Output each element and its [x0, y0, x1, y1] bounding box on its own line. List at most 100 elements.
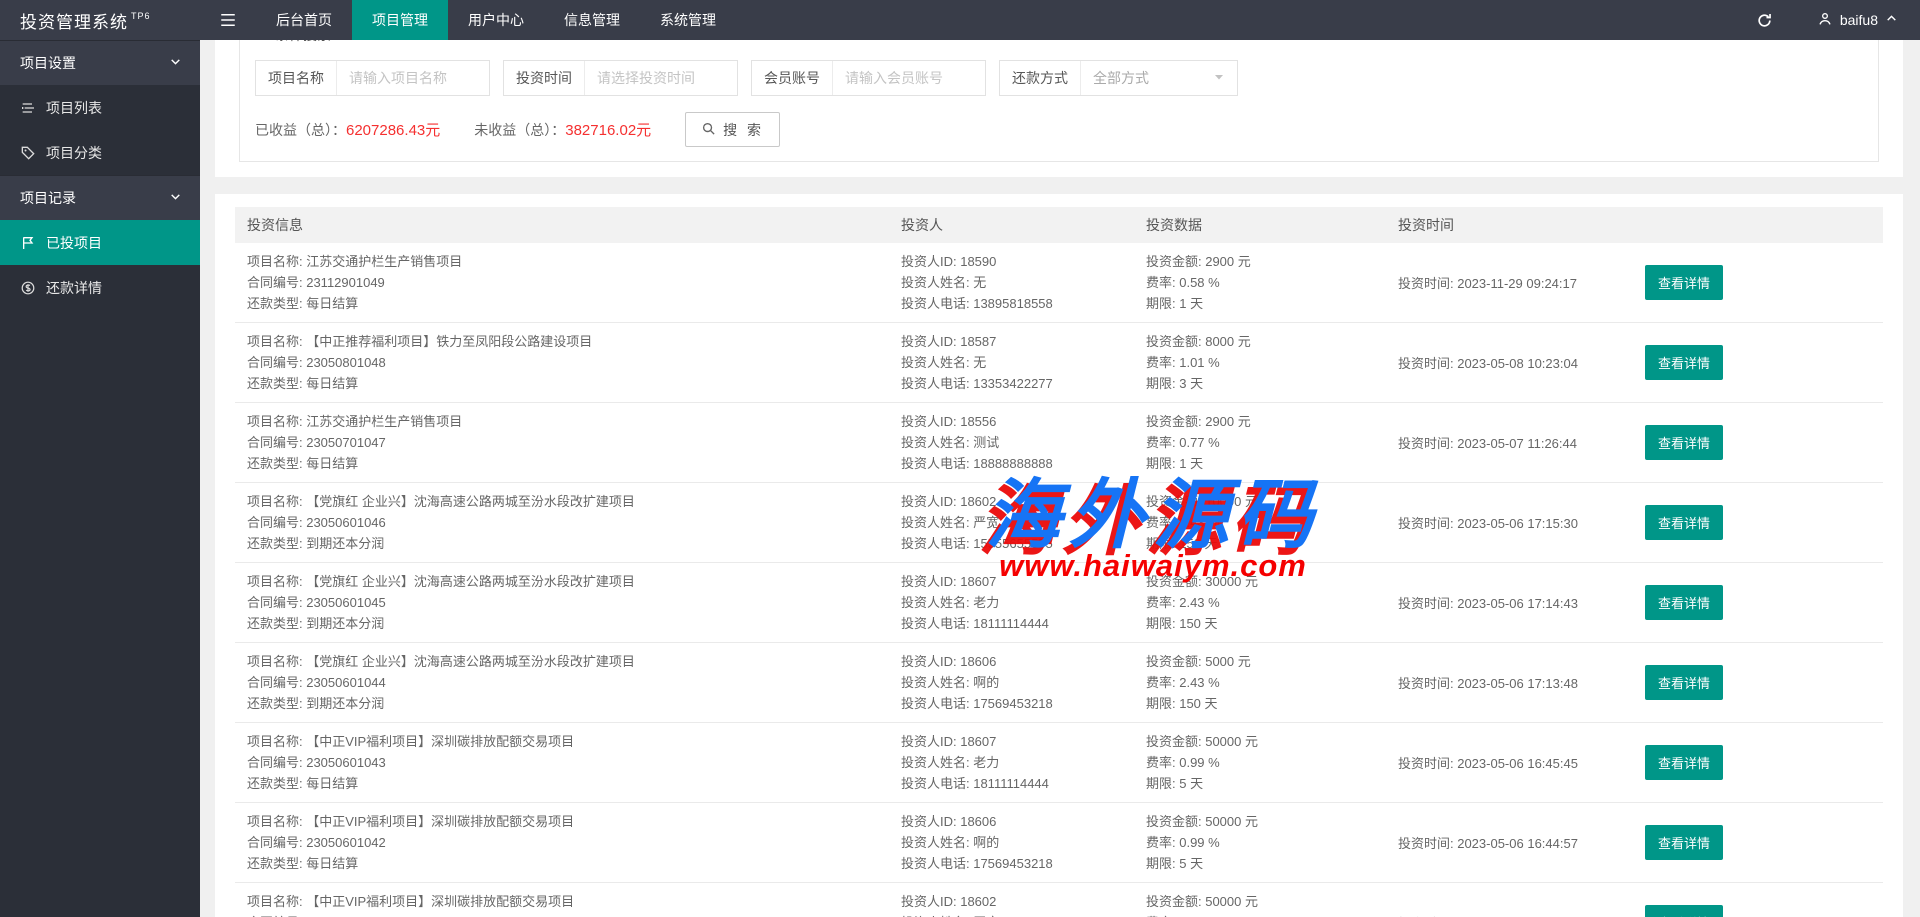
column-header-4: 投资时间: [1398, 215, 1645, 235]
cell-invest-data: 投资金额: 2900 元费率: 0.58 %期限: 1 天: [1146, 251, 1398, 314]
cell-action: 查看详情: [1645, 585, 1883, 620]
table-body: 项目名称: 江苏交通护栏生产销售项目合同编号: 23112901049还款类型:…: [235, 243, 1883, 917]
table-row: 项目名称: 【中正VIP福利项目】深圳碳排放配额交易项目合同编号: 230506…: [235, 883, 1883, 917]
repay-method-select[interactable]: 全部方式: [1081, 61, 1237, 95]
search-fieldset: 条件搜索 项目名称投资时间会员账号还款方式全部方式 已收益（总）：6207286…: [239, 25, 1879, 162]
detail-button[interactable]: 查看详情: [1645, 345, 1723, 380]
cell-action: 查看详情: [1645, 265, 1883, 300]
table-row: 项目名称: 江苏交通护栏生产销售项目合同编号: 23112901049还款类型:…: [235, 243, 1883, 323]
column-header-1: 投资信息: [235, 215, 901, 235]
money-icon: [20, 280, 36, 296]
investments-table: 投资信息投资人投资数据投资时间 项目名称: 江苏交通护栏生产销售项目合同编号: …: [215, 194, 1903, 917]
cell-invest-time: 投资时间: 2023-05-06 16:44:57: [1398, 833, 1645, 852]
cell-investor: 投资人ID: 18602投资人姓名: 严宽投资人电话: 15555655555: [901, 891, 1146, 917]
cell-investor: 投资人ID: 18607投资人姓名: 老力投资人电话: 18111114444: [901, 571, 1146, 634]
column-header-3: 投资数据: [1146, 215, 1398, 235]
detail-button[interactable]: 查看详情: [1645, 665, 1723, 700]
cell-investor: 投资人ID: 18606投资人姓名: 啊的投资人电话: 17569453218: [901, 651, 1146, 714]
cell-invest-data: 投资金额: 30000 元费率: 2.43 %期限: 150 天: [1146, 571, 1398, 634]
cell-project-info: 项目名称: 【中正VIP福利项目】深圳碳排放配额交易项目合同编号: 230506…: [235, 811, 901, 874]
cell-action: 查看详情: [1645, 825, 1883, 860]
field-input-3[interactable]: [833, 61, 985, 95]
detail-button[interactable]: 查看详情: [1645, 425, 1723, 460]
cell-action: 查看详情: [1645, 345, 1883, 380]
cell-action: 查看详情: [1645, 665, 1883, 700]
field-label: 会员账号: [752, 61, 833, 95]
cell-invest-data: 投资金额: 8000 元费率: 1.01 %期限: 3 天: [1146, 331, 1398, 394]
detail-button[interactable]: 查看详情: [1645, 745, 1723, 780]
cell-project-info: 项目名称: 【党旗红 企业兴】沈海高速公路两城至汾水段改扩建项目合同编号: 23…: [235, 571, 901, 634]
stats-row: 已收益（总）：6207286.43元未收益（总）：382716.02元 搜 索: [255, 112, 1863, 147]
top-navbar: 投资管理系统TP6 后台首页项目管理用户中心信息管理系统管理 baifu8: [0, 0, 1920, 40]
sidebar-group-4[interactable]: 项目记录: [0, 175, 200, 220]
cell-investor: 投资人ID: 18602投资人姓名: 严宽投资人电话: 15555655555: [901, 491, 1146, 554]
cell-investor: 投资人ID: 18556投资人姓名: 测试投资人电话: 18888888888: [901, 411, 1146, 474]
sidebar-item-6[interactable]: 还款详情: [0, 265, 200, 310]
sidebar-item-3[interactable]: 项目分类: [0, 130, 200, 175]
user-icon: [1817, 11, 1833, 30]
search-icon: [701, 121, 716, 139]
cell-project-info: 项目名称: 【中正VIP福利项目】深圳碳排放配额交易项目合同编号: 230506…: [235, 731, 901, 794]
cell-invest-data: 投资金额: 50000 元费率: 0.99 %期限: 5 天: [1146, 891, 1398, 917]
cell-invest-data: 投资金额: 2900 元费率: 0.77 %期限: 1 天: [1146, 411, 1398, 474]
tag-icon: [20, 145, 36, 161]
cell-project-info: 项目名称: 【党旗红 企业兴】沈海高速公路两城至汾水段改扩建项目合同编号: 23…: [235, 491, 901, 554]
header-right: baifu8: [1734, 0, 1920, 40]
sidebar-item-2[interactable]: 项目列表: [0, 85, 200, 130]
cell-invest-data: 投资金额: 5000 元费率: 2.43 %期限: 150 天: [1146, 651, 1398, 714]
cell-invest-time: 投资时间: 2023-05-06 17:15:30: [1398, 513, 1645, 532]
cell-invest-data: 投资金额: 50000 元费率: 0.99 %期限: 5 天: [1146, 731, 1398, 794]
refresh-icon[interactable]: [1734, 0, 1795, 40]
cell-project-info: 项目名称: 江苏交通护栏生产销售项目合同编号: 23112901049还款类型:…: [235, 251, 901, 314]
chevron-down-icon: [169, 55, 182, 71]
table-header-row: 投资信息投资人投资数据投资时间: [235, 207, 1883, 243]
nav-tab-1[interactable]: 后台首页: [256, 0, 352, 40]
sidebar-group-1[interactable]: 项目设置: [0, 40, 200, 85]
cell-project-info: 项目名称: 【中正VIP福利项目】深圳碳排放配额交易项目合同编号: 230506…: [235, 891, 901, 917]
table-row: 项目名称: 【中正VIP福利项目】深圳碳排放配额交易项目合同编号: 230506…: [235, 723, 1883, 803]
stat-2: 未收益（总）：382716.02元: [474, 119, 651, 140]
detail-button[interactable]: 查看详情: [1645, 825, 1723, 860]
app-title-version: TP6: [131, 11, 151, 21]
main-nav: 后台首页项目管理用户中心信息管理系统管理: [256, 0, 736, 40]
cell-invest-time: 投资时间: 2023-05-06 16:45:45: [1398, 753, 1645, 772]
cell-invest-time: 投资时间: 2023-05-06 16:44:00: [1398, 913, 1645, 917]
detail-button[interactable]: 查看详情: [1645, 905, 1723, 917]
detail-button[interactable]: 查看详情: [1645, 265, 1723, 300]
cell-action: 查看详情: [1645, 745, 1883, 780]
cell-action: 查看详情: [1645, 505, 1883, 540]
cell-invest-data: 投资金额: 50000 元费率: 0.99 %期限: 5 天: [1146, 811, 1398, 874]
table-row: 项目名称: 【党旗红 企业兴】沈海高速公路两城至汾水段改扩建项目合同编号: 23…: [235, 563, 1883, 643]
detail-button[interactable]: 查看详情: [1645, 585, 1723, 620]
search-button[interactable]: 搜 索: [685, 112, 780, 147]
search-field-4: 还款方式全部方式: [999, 60, 1238, 96]
user-menu[interactable]: baifu8: [1795, 0, 1920, 40]
cell-investor: 投资人ID: 18590投资人姓名: 无投资人电话: 13895818558: [901, 251, 1146, 314]
field-input-1[interactable]: [337, 61, 489, 95]
cell-action: 查看详情: [1645, 905, 1883, 917]
menu-toggle-icon[interactable]: [200, 0, 256, 40]
field-label: 项目名称: [256, 61, 337, 95]
detail-button[interactable]: 查看详情: [1645, 505, 1723, 540]
cell-investor: 投资人ID: 18607投资人姓名: 老力投资人电话: 18111114444: [901, 731, 1146, 794]
cell-investor: 投资人ID: 18606投资人姓名: 啊的投资人电话: 17569453218: [901, 811, 1146, 874]
nav-tab-5[interactable]: 系统管理: [640, 0, 736, 40]
table-row: 项目名称: 【党旗红 企业兴】沈海高速公路两城至汾水段改扩建项目合同编号: 23…: [235, 483, 1883, 563]
sidebar-item-5[interactable]: 已投项目: [0, 220, 200, 265]
nav-tab-2[interactable]: 项目管理: [352, 0, 448, 40]
list-icon: [20, 100, 36, 116]
search-field-3: 会员账号: [751, 60, 986, 96]
table-row: 项目名称: 【中正推荐福利项目】铁力至凤阳段公路建设项目合同编号: 230508…: [235, 323, 1883, 403]
field-input-2[interactable]: [585, 61, 737, 95]
flag-icon: [20, 235, 36, 251]
column-header-2: 投资人: [901, 215, 1146, 235]
field-label: 还款方式: [1000, 61, 1081, 95]
cell-project-info: 项目名称: 【中正推荐福利项目】铁力至凤阳段公路建设项目合同编号: 230508…: [235, 331, 901, 394]
nav-tab-4[interactable]: 信息管理: [544, 0, 640, 40]
search-field-2: 投资时间: [503, 60, 738, 96]
nav-tab-3[interactable]: 用户中心: [448, 0, 544, 40]
cell-invest-time: 投资时间: 2023-11-29 09:24:17: [1398, 273, 1645, 292]
stats: 已收益（总）：6207286.43元未收益（总）：382716.02元: [255, 119, 685, 140]
app-title-text: 投资管理系统: [20, 8, 128, 33]
cell-project-info: 项目名称: 江苏交通护栏生产销售项目合同编号: 23050701047还款类型:…: [235, 411, 901, 474]
